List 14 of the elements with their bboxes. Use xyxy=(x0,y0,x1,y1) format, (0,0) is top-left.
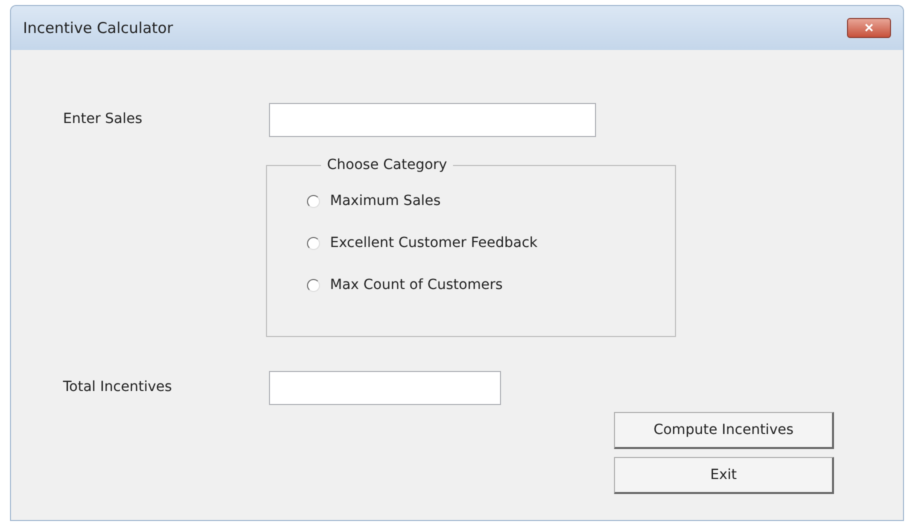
radio-button[interactable] xyxy=(307,278,320,292)
radio-option[interactable]: Maximum Sales xyxy=(307,179,675,223)
radio-option[interactable]: Max Count of Customers xyxy=(307,263,675,307)
window-title: Incentive Calculator xyxy=(23,19,174,37)
radio-option[interactable]: Excellent Customer Feedback xyxy=(307,221,675,265)
action-button[interactable]: Exit xyxy=(614,457,834,494)
radio-button[interactable] xyxy=(307,194,320,208)
group-title: Choose Category xyxy=(326,157,448,173)
sales-input-field[interactable] xyxy=(269,103,596,137)
radio-button[interactable] xyxy=(307,236,320,250)
field-label: Total Incentives xyxy=(63,378,173,395)
action-button[interactable]: Compute Incentives xyxy=(614,412,834,449)
total-output-field[interactable] xyxy=(269,371,501,405)
field-label: Enter Sales xyxy=(63,110,144,127)
